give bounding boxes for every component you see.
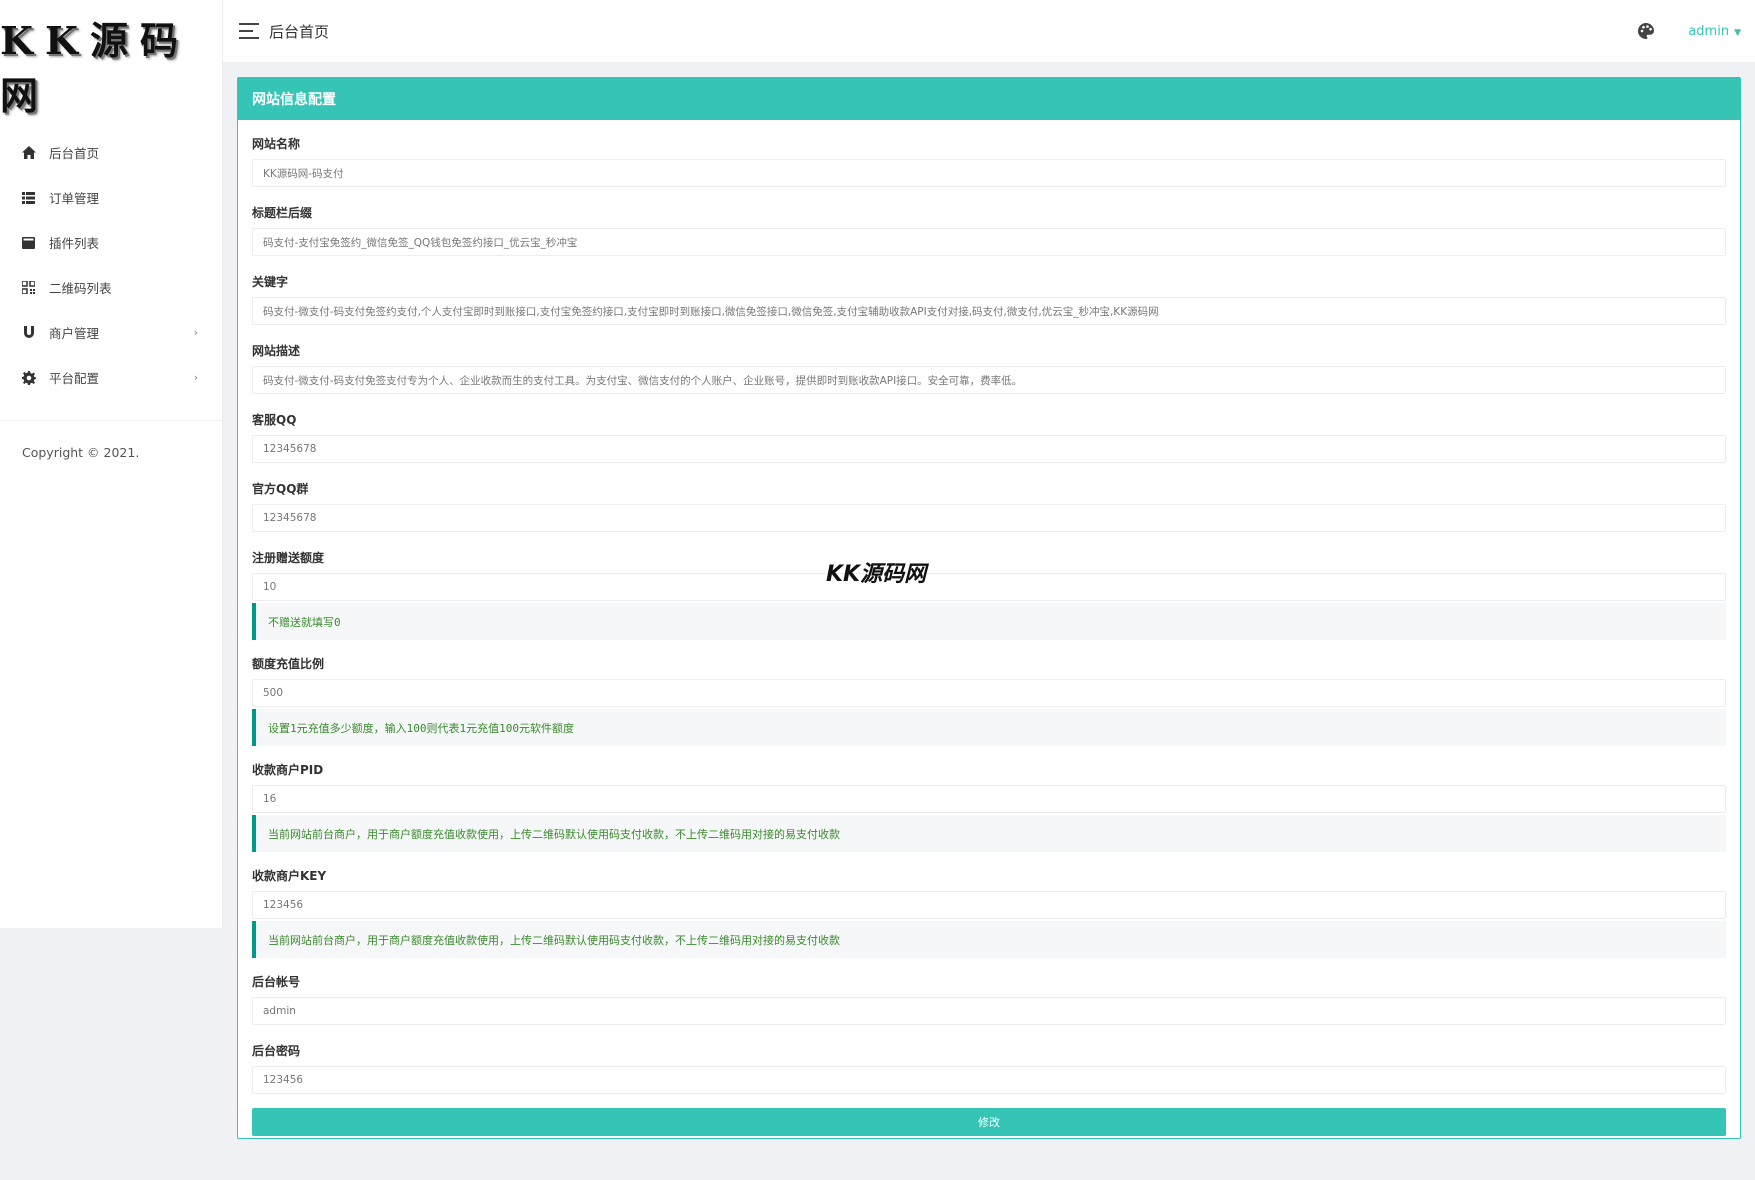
title-suffix-input[interactable] [252, 228, 1726, 256]
field-admin-account: 后台帐号 [252, 974, 1726, 1025]
field-label: 收款商户KEY [252, 869, 327, 883]
site-config-form: 网站名称 标题栏后缀 关键字 网站描述 客服QQ 官方QQ群 注册赠送额度 不赠… [238, 120, 1740, 1136]
field-site-name: 网站名称 [252, 136, 1726, 187]
field-service-qq: 客服QQ [252, 412, 1726, 463]
menu-toggle-icon[interactable] [239, 23, 259, 39]
field-official-qq-group: 官方QQ群 [252, 481, 1726, 532]
user-menu[interactable]: admin ▼ [1688, 24, 1741, 39]
sidebar-item-label: 插件列表 [49, 236, 100, 251]
topbar-right: admin ▼ [1637, 22, 1741, 40]
sidebar-item-qrcodes[interactable]: 二维码列表 [0, 265, 222, 310]
field-title-suffix: 标题栏后缀 [252, 205, 1726, 256]
description-input[interactable] [252, 366, 1726, 394]
recharge-ratio-input[interactable] [252, 679, 1726, 707]
plugin-icon [21, 235, 36, 250]
copyright-text: Copyright © 2021. [22, 445, 140, 460]
sidebar-nav: 后台首页 订单管理 插件列表 二维码列表 商户管理 › 平台配置 › [0, 130, 222, 400]
chevron-right-icon: › [193, 371, 198, 384]
sidebar-item-home[interactable]: 后台首页 [0, 130, 222, 175]
user-name: admin [1688, 23, 1730, 39]
sidebar-item-plugins[interactable]: 插件列表 [0, 220, 222, 265]
site-logo[interactable]: KK源码网 [0, 0, 222, 130]
field-label: 后台密码 [252, 1044, 301, 1058]
official-qq-group-input[interactable] [252, 504, 1726, 532]
sidebar-item-label: 订单管理 [49, 191, 100, 206]
field-register-bonus: 注册赠送额度 不赠送就填写0 [252, 550, 1726, 640]
field-label: 后台帐号 [252, 975, 301, 989]
caret-down-icon: ▼ [1734, 27, 1741, 38]
sidebar-item-label: 后台首页 [49, 146, 100, 161]
field-admin-password: 后台密码 [252, 1043, 1726, 1094]
field-label: 网站名称 [252, 137, 301, 151]
help-text: 设置1元充值多少额度，输入100则代表1元充值100元软件额度 [252, 709, 1726, 746]
admin-account-input[interactable] [252, 997, 1726, 1025]
field-merchant-pid: 收款商户PID 当前网站前台商户，用于商户额度充值收款使用，上传二维码默认使用码… [252, 762, 1726, 852]
help-text: 当前网站前台商户，用于商户额度充值收款使用，上传二维码默认使用码支付收款，不上传… [252, 815, 1726, 852]
field-label: 标题栏后缀 [252, 206, 313, 220]
field-label: 收款商户PID [252, 763, 324, 777]
merchant-key-input[interactable] [252, 891, 1726, 919]
keywords-input[interactable] [252, 297, 1726, 325]
palette-icon[interactable] [1637, 22, 1655, 40]
field-merchant-key: 收款商户KEY 当前网站前台商户，用于商户额度充值收款使用，上传二维码默认使用码… [252, 868, 1726, 958]
field-label: 关键字 [252, 275, 289, 289]
submit-button[interactable]: 修改 [252, 1108, 1726, 1136]
sidebar-item-orders[interactable]: 订单管理 [0, 175, 222, 220]
sidebar-item-label: 商户管理 [49, 326, 100, 341]
admin-password-input[interactable] [252, 1066, 1726, 1094]
help-text: 不赠送就填写0 [252, 603, 1726, 640]
sidebar-item-platform-config[interactable]: 平台配置 › [0, 355, 222, 400]
field-label: 注册赠送额度 [252, 551, 325, 565]
page-title: 后台首页 [269, 22, 330, 41]
chevron-right-icon: › [193, 326, 198, 339]
merchant-pid-input[interactable] [252, 785, 1726, 813]
sidebar-item-label: 二维码列表 [49, 281, 112, 296]
site-name-input[interactable] [252, 159, 1726, 187]
sidebar-item-label: 平台配置 [49, 371, 100, 386]
register-bonus-input[interactable] [252, 573, 1726, 601]
field-label: 官方QQ群 [252, 482, 309, 496]
field-recharge-ratio: 额度充值比例 设置1元充值多少额度，输入100则代表1元充值100元软件额度 [252, 656, 1726, 746]
magnet-icon [21, 325, 36, 340]
qrcode-icon [21, 280, 36, 295]
field-description: 网站描述 [252, 343, 1726, 394]
field-keywords: 关键字 [252, 274, 1726, 325]
service-qq-input[interactable] [252, 435, 1726, 463]
field-label: 客服QQ [252, 413, 297, 427]
site-config-panel: 网站信息配置 网站名称 标题栏后缀 关键字 网站描述 客服QQ 官方QQ群 注册 [237, 77, 1741, 1139]
panel-title: 网站信息配置 [238, 78, 1740, 120]
watermark-text: KK源码网 [826, 562, 927, 587]
home-icon [21, 145, 36, 160]
sidebar: KK源码网 后台首页 订单管理 插件列表 二维码列表 商户管理 › 平台配置 ›… [0, 0, 223, 928]
field-label: 额度充值比例 [252, 657, 325, 671]
field-label: 网站描述 [252, 344, 301, 358]
gear-icon [21, 370, 36, 385]
top-bar: 后台首页 admin ▼ [223, 0, 1755, 62]
sidebar-item-merchants[interactable]: 商户管理 › [0, 310, 222, 355]
help-text: 当前网站前台商户，用于商户额度充值收款使用，上传二维码默认使用码支付收款，不上传… [252, 921, 1726, 958]
list-icon [21, 190, 36, 205]
